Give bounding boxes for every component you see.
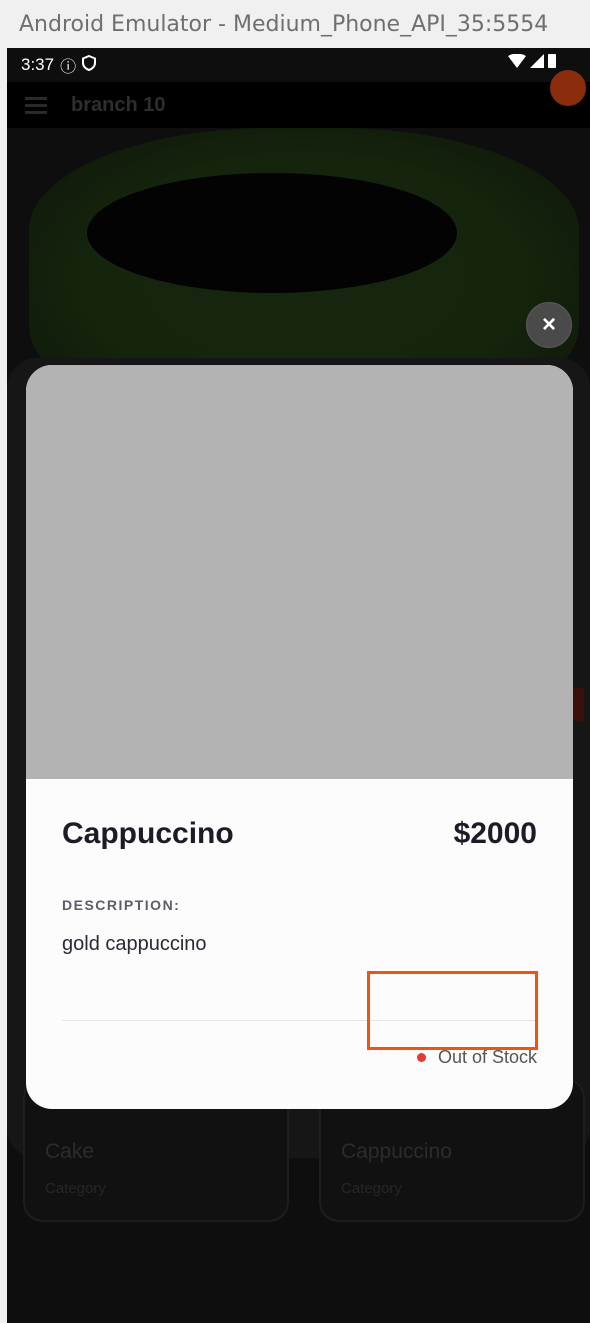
product-card-category: Category (45, 1180, 106, 1197)
wifi-icon (508, 53, 526, 73)
branch-title: branch 10 (71, 93, 166, 116)
app-header: branch 10 (7, 82, 590, 128)
product-price: $2000 (453, 817, 537, 850)
signal-icon (530, 53, 544, 73)
product-image-placeholder (26, 365, 573, 779)
stock-status-label: Out of Stock (437, 1047, 537, 1067)
description-text: gold cappuccino (62, 933, 207, 955)
product-name: Cappuccino (62, 817, 234, 850)
emulator-window-title: Android Emulator - Medium_Phone_API_35:5… (0, 0, 590, 48)
product-card-name: Cake (45, 1140, 95, 1163)
hero-image-shadow (87, 173, 457, 293)
stock-status-highlight-box (367, 971, 538, 1050)
product-card-name: Cappuccino (341, 1140, 452, 1163)
product-card-category: Category (341, 1180, 402, 1197)
status-time: 3:37 (21, 55, 55, 74)
phone-screen: branch 10 Cake Category Cappuccino Categ… (7, 48, 590, 1323)
status-bar: 3:37 ⓘ (7, 48, 590, 82)
stock-status: Out of Stock (416, 1047, 537, 1068)
battery-icon (548, 53, 556, 73)
info-icon: ⓘ (60, 59, 77, 76)
close-modal-button[interactable]: × (526, 302, 572, 348)
out-of-stock-dot-icon (416, 1053, 426, 1062)
shield-icon (82, 54, 97, 76)
description-label: DESCRIPTION: (62, 897, 181, 913)
close-icon: × (541, 311, 556, 338)
menu-icon[interactable] (25, 93, 47, 118)
